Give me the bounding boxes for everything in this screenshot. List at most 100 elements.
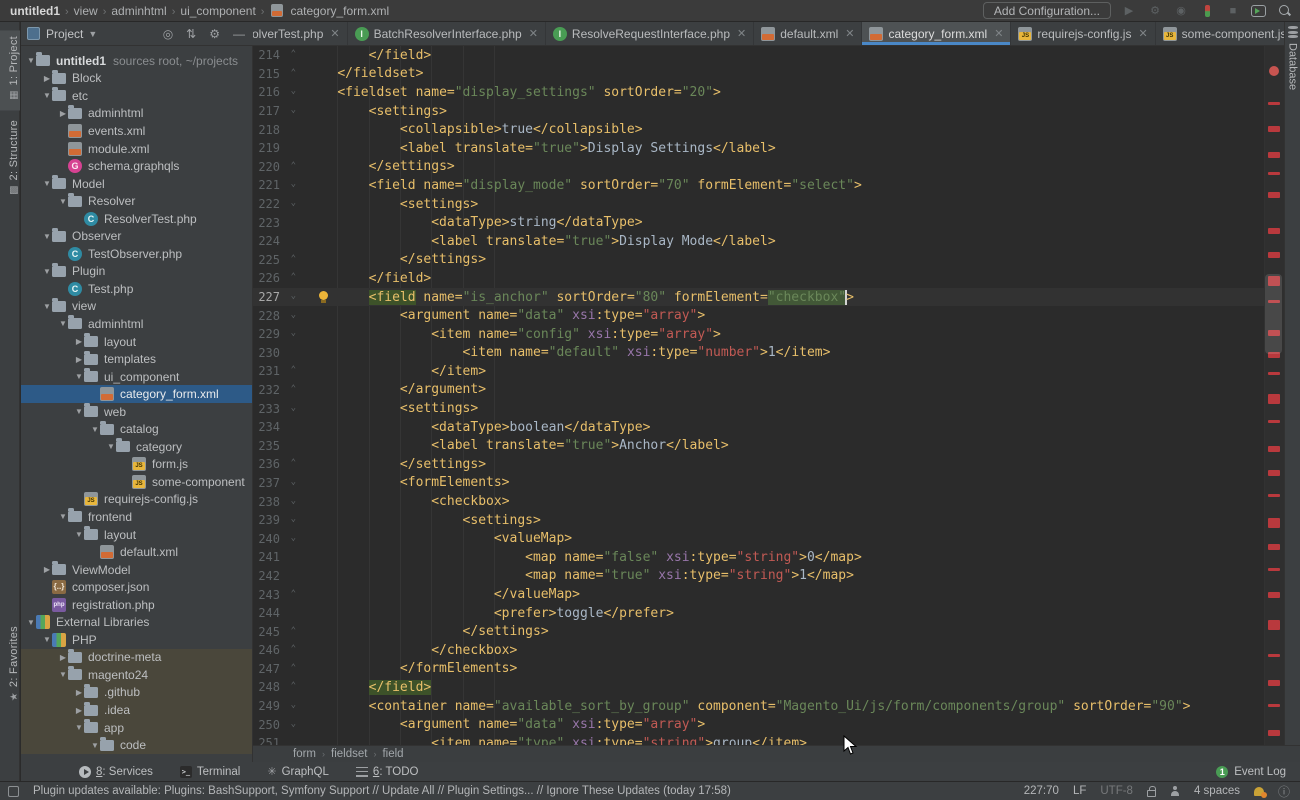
error-mark[interactable] [1268, 704, 1280, 707]
tree-expanded-arrow[interactable]: ▼ [58, 670, 68, 679]
tree-item-external-libraries[interactable]: ▼External Libraries [21, 614, 252, 632]
tree-item-layout[interactable]: ▶layout [21, 333, 252, 351]
tree-collapsed-arrow[interactable]: ▶ [42, 565, 52, 574]
tree-item-adminhtml[interactable]: ▼adminhtml [21, 315, 252, 333]
fold-end-icon[interactable]: ⌃ [284, 49, 296, 59]
error-mark[interactable] [1268, 518, 1280, 528]
tree-expanded-arrow[interactable]: ▼ [26, 618, 36, 627]
code-line-228[interactable]: 228⌄ <argument name="data" xsi:type="arr… [253, 306, 1264, 325]
tree-item-untitled1[interactable]: ▼untitled1sources root, ~/projects [21, 52, 252, 70]
code-line-229[interactable]: 229⌄ <item name="config" xsi:type="array… [253, 325, 1264, 344]
code-line-214[interactable]: 214⌃ </field> [253, 46, 1264, 65]
breadcrumb-item[interactable]: view [74, 4, 98, 18]
tree-collapsed-arrow[interactable]: ▶ [74, 688, 84, 697]
tree-item-test.php[interactable]: CTest.php [21, 280, 252, 298]
code-line-220[interactable]: 220⌃ </settings> [253, 158, 1264, 177]
tree-item-form.js[interactable]: form.js [21, 456, 252, 474]
tool-button-graphql[interactable]: ✳GraphQL [267, 765, 329, 778]
editor-tab[interactable]: solverTest.php✕ [253, 22, 348, 45]
indent-setting[interactable]: 4 spaces [1194, 785, 1240, 797]
tool-button-project[interactable]: ▦1: Project [0, 30, 20, 110]
tree-item-events.xml[interactable]: events.xml [21, 122, 252, 140]
editor-tab[interactable]: category_form.xml✕ [862, 22, 1011, 45]
tree-item-magento24[interactable]: ▼magento24 [21, 666, 252, 684]
tree-expanded-arrow[interactable]: ▼ [90, 425, 100, 434]
error-mark[interactable] [1268, 680, 1280, 686]
error-mark[interactable] [1268, 152, 1280, 158]
tree-item-testobserver.php[interactable]: CTestObserver.php [21, 245, 252, 263]
tree-collapsed-arrow[interactable]: ▶ [74, 355, 84, 364]
settings-icon[interactable]: ⚙ [209, 27, 220, 41]
editor-tab[interactable]: default.xml✕ [754, 22, 862, 45]
tree-item-frontend[interactable]: ▼frontend [21, 508, 252, 526]
tree-item-layout[interactable]: ▼layout [21, 526, 252, 544]
code-line-238[interactable]: 238⌄ <checkbox> [253, 492, 1264, 511]
tree-expanded-arrow[interactable]: ▼ [74, 530, 84, 539]
tree-item-web[interactable]: ▼web [21, 403, 252, 421]
scrollbar-thumb[interactable] [1265, 274, 1282, 354]
error-mark[interactable] [1268, 102, 1280, 105]
tree-item-plugin[interactable]: ▼Plugin [21, 263, 252, 281]
tool-button-services[interactable]: 8: Services [79, 766, 153, 778]
fold-start-icon[interactable]: ⌄ [284, 198, 296, 208]
breadcrumb-item[interactable]: untitled1 [10, 4, 60, 18]
code-line-233[interactable]: 233⌄ <settings> [253, 399, 1264, 418]
editor-tab[interactable]: IResolveRequestInterface.php✕ [546, 22, 754, 45]
tree-expanded-arrow[interactable]: ▼ [42, 232, 52, 241]
tree-item-module.xml[interactable]: module.xml [21, 140, 252, 158]
fold-start-icon[interactable]: ⌄ [284, 403, 296, 413]
tool-button-favorites[interactable]: ★2: Favorites [0, 620, 20, 712]
tree-collapsed-arrow[interactable]: ▶ [58, 653, 68, 662]
tree-item-category[interactable]: ▼category [21, 438, 252, 456]
tree-collapsed-arrow[interactable]: ▶ [74, 706, 84, 715]
tree-item-schema.graphqls[interactable]: Gschema.graphqls [21, 157, 252, 175]
tool-button-todo[interactable]: 6: TODO [356, 766, 419, 778]
file-encoding[interactable]: UTF-8 [1100, 785, 1133, 797]
fold-end-icon[interactable]: ⌃ [284, 272, 296, 282]
tree-item-view[interactable]: ▼view [21, 298, 252, 316]
tree-collapsed-arrow[interactable]: ▶ [42, 74, 52, 83]
error-mark[interactable] [1268, 252, 1280, 258]
tree-item-requirejs-config.js[interactable]: requirejs-config.js [21, 491, 252, 509]
tree-item-catalog[interactable]: ▼catalog [21, 420, 252, 438]
tree-expanded-arrow[interactable]: ▼ [74, 723, 84, 732]
fold-end-icon[interactable]: ⌃ [284, 365, 296, 375]
editor-tab[interactable]: requirejs-config.js✕ [1011, 22, 1155, 45]
code-line-236[interactable]: 236⌃ </settings> [253, 455, 1264, 474]
error-mark[interactable] [1268, 470, 1280, 476]
code-line-250[interactable]: 250⌄ <argument name="data" xsi:type="arr… [253, 715, 1264, 734]
status-message[interactable]: Plugin updates available: Plugins: BashS… [33, 785, 731, 797]
error-mark[interactable] [1268, 730, 1280, 736]
tree-item-viewmodel[interactable]: ▶ViewModel [21, 561, 252, 579]
line-ending[interactable]: LF [1073, 785, 1086, 797]
vcs-status-icon[interactable] [1199, 3, 1215, 19]
code-line-243[interactable]: 243⌃ </valueMap> [253, 585, 1264, 604]
error-stripe[interactable] [1264, 46, 1284, 762]
caret-position[interactable]: 227:70 [1024, 785, 1059, 797]
locate-icon[interactable]: ◎ [163, 27, 173, 41]
breadcrumb-item-form[interactable]: form [293, 748, 316, 760]
code-line-221[interactable]: 221⌄ <field name="display_mode" sortOrde… [253, 176, 1264, 195]
code-line-247[interactable]: 247⌃ </formElements> [253, 660, 1264, 679]
tree-collapsed-arrow[interactable]: ▶ [58, 109, 68, 118]
tree-expanded-arrow[interactable]: ▼ [42, 91, 52, 100]
code-line-242[interactable]: 242 <map name="true" xsi:type="string">1… [253, 567, 1264, 586]
code-line-225[interactable]: 225⌃ </settings> [253, 251, 1264, 270]
tool-button-terminal[interactable]: >_Terminal [180, 766, 240, 778]
editor-tab[interactable]: IBatchResolverInterface.php✕ [348, 22, 546, 45]
run-anything-icon[interactable] [1251, 5, 1266, 17]
tree-item-category_form.xml[interactable]: category_form.xml [21, 385, 252, 403]
fold-start-icon[interactable]: ⌄ [284, 700, 296, 710]
code-line-223[interactable]: 223 <dataType>string</dataType> [253, 213, 1264, 232]
fold-start-icon[interactable]: ⌄ [284, 179, 296, 189]
error-mark[interactable] [1268, 620, 1280, 630]
tree-item-some-component[interactable]: some-component [21, 473, 252, 491]
tree-item-composer.json[interactable]: {..}composer.json [21, 578, 252, 596]
tree-item-adminhtml[interactable]: ▶adminhtml [21, 105, 252, 123]
tree-expanded-arrow[interactable]: ▼ [42, 267, 52, 276]
code-line-216[interactable]: 216⌄ <fieldset name="display_settings" s… [253, 83, 1264, 102]
tree-item-app[interactable]: ▼app [21, 719, 252, 737]
close-icon[interactable]: ✕ [330, 27, 339, 40]
tree-item-.idea[interactable]: ▶.idea [21, 701, 252, 719]
tree-item-block[interactable]: ▶Block [21, 70, 252, 88]
